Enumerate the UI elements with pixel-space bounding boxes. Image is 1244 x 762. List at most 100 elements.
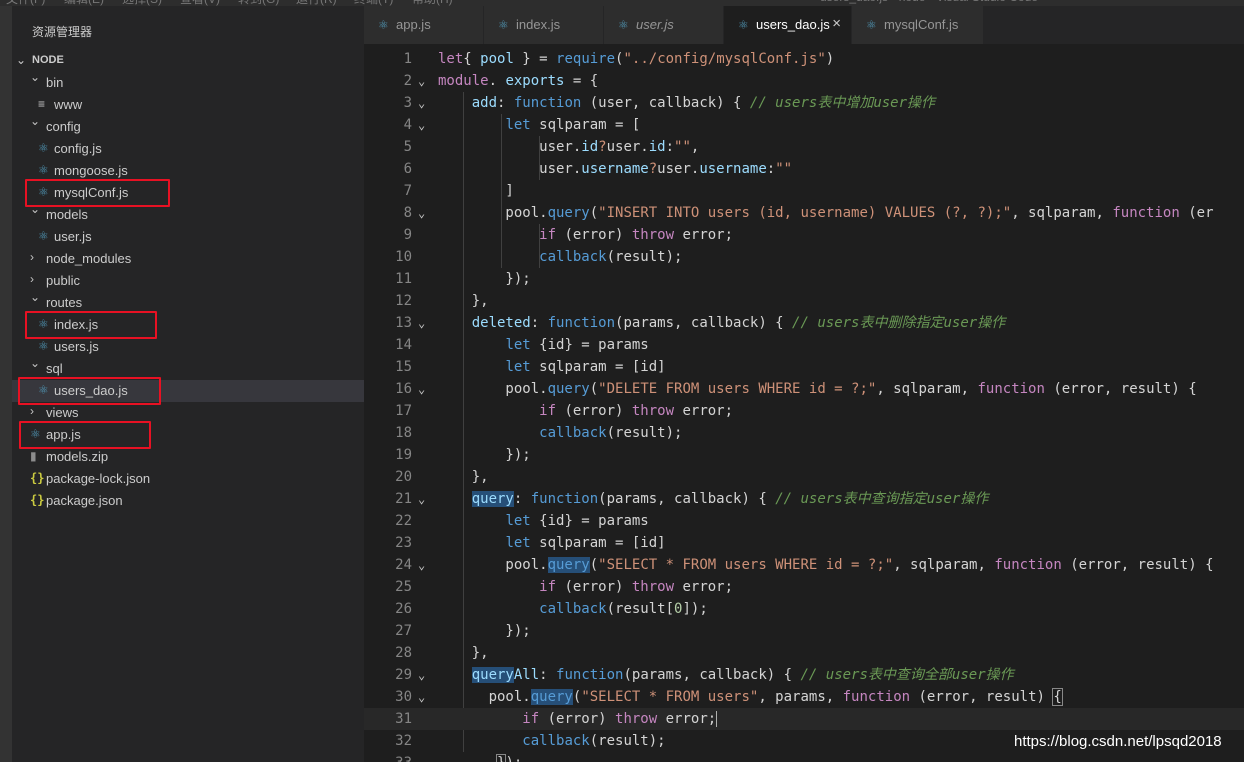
code-line[interactable]: 8 ⌄ pool.query("INSERT INTO users (id, us… [364,202,1244,224]
code-text: pool.query("SELECT * FROM users", params… [438,686,1063,708]
react-icon: ⚛ [38,141,49,155]
code-line[interactable]: 9 if (error) throw error; [364,224,1244,246]
close-icon[interactable]: × [832,15,841,32]
code-text: }, [438,290,489,312]
line-number: 3 [403,95,412,111]
code-token: }); [438,447,531,463]
code-line[interactable]: 4 ⌄ let sqlparam = [ [364,114,1244,136]
fold-chevron-icon[interactable]: ⌄ [418,114,425,136]
code-token: (result); [589,733,666,749]
code-line[interactable]: 17 if (error) throw error; [364,400,1244,422]
code-line[interactable]: 2 ⌄ module. exports = { [364,70,1244,92]
code-line[interactable]: 18 callback(result); [364,422,1244,444]
chevron-down-icon: ⌄ [30,356,41,370]
react-icon: ⚛ [866,18,877,32]
tree-folder[interactable]: ⌄ models [12,202,364,226]
fold-chevron-icon[interactable]: ⌄ [418,554,425,576]
line-number: 1 [403,51,412,67]
code-token: ] [438,183,514,199]
code-token: // users表中查询全部user操作 [800,667,1014,683]
code-token: function [1112,205,1180,221]
tree-file[interactable]: {} package-lock.json [12,468,364,490]
fold-chevron-icon[interactable]: ⌄ [418,664,425,686]
code-line[interactable]: 31 if (error) throw error; [364,708,1244,730]
tree-folder[interactable]: ⌄ config [12,114,364,138]
code-line[interactable]: 6 user.username?user.username:"" [364,158,1244,180]
react-icon: ⚛ [738,18,749,32]
code-line[interactable]: 27 }); [364,620,1244,642]
editor-tab[interactable]: ⚛ index.js [484,6,604,44]
fold-chevron-icon[interactable]: ⌄ [418,70,425,92]
line-number: 7 [403,183,412,199]
editor-tab[interactable]: ⚛ app.js [364,6,484,44]
code-text: }, [438,466,489,488]
code-token: if [539,227,557,243]
tree-item-label: node_modules [46,251,132,266]
code-token: (error, result) { [1044,381,1197,397]
code-token: ? [598,139,607,155]
fold-chevron-icon[interactable]: ⌄ [418,488,425,510]
tree-file[interactable]: ≡ www [12,94,364,116]
tree-folder[interactable]: › node_modules [12,248,364,270]
fold-chevron-icon[interactable]: ⌄ [418,686,425,708]
code-line[interactable]: 16 ⌄ pool.query("DELETE FROM users WHERE … [364,378,1244,400]
chevron-right-icon: › [30,272,34,286]
fold-chevron-icon[interactable]: ⌄ [418,312,425,334]
line-number: 15 [395,359,412,375]
tree-folder[interactable]: › public [12,270,364,292]
tree-file[interactable]: ⚛ users.js [12,336,364,358]
fold-chevron-icon[interactable]: ⌄ [418,92,425,114]
code-line[interactable]: 10 callback(result); [364,246,1244,268]
code-token: id [581,139,599,155]
fold-chevron-icon[interactable]: ⌄ [418,202,425,224]
json-icon: {} [30,471,45,485]
code-token: query [547,205,590,221]
code-line[interactable]: 26 callback(result[0]); [364,598,1244,620]
editor-tab[interactable]: ⚛ user.js [604,6,724,44]
code-token: error; [657,711,717,727]
code-line[interactable]: 29 ⌄ queryAll: function(params, callback)… [364,664,1244,686]
code-line[interactable]: 22 let {id} = params [364,510,1244,532]
react-icon: ⚛ [378,18,389,32]
tree-item-label: sql [46,361,63,376]
code-line[interactable]: 14 let {id} = params [364,334,1244,356]
code-line[interactable]: 28 }, [364,642,1244,664]
code-line[interactable]: 13 ⌄ deleted: function(params, callback) … [364,312,1244,334]
code-line[interactable]: 11 }); [364,268,1244,290]
code-line[interactable]: 12 }, [364,290,1244,312]
code-token: . [488,73,506,89]
code-token: "INSERT INTO users (id, username) VALUES… [598,205,1012,221]
code-line[interactable]: 33 }); [364,752,1244,762]
editor-tab[interactable]: ⚛ mysqlConf.js [852,6,984,44]
tree-item-label: bin [46,75,64,90]
code-line[interactable]: 7 ] [364,180,1244,202]
code-line[interactable]: 24 ⌄ pool.query("SELECT * FROM users WHER… [364,554,1244,576]
code-line[interactable]: 15 let sqlparam = [id] [364,356,1244,378]
code-line[interactable]: 23 let sqlparam = [id] [364,532,1244,554]
fold-chevron-icon[interactable]: ⌄ [418,378,425,400]
code-line[interactable]: 30 ⌄ pool.query("SELECT * FROM users", pa… [364,686,1244,708]
code-line[interactable]: 20 }, [364,466,1244,488]
code-line[interactable]: 3 ⌄ add: function (user, callback) { // u… [364,92,1244,114]
code-line[interactable]: 19 }); [364,444,1244,466]
editor-tab[interactable]: ⚛ users_dao.js × [724,6,852,44]
code-line[interactable]: 5 user.id?user.id:"", [364,136,1244,158]
tree-folder[interactable]: ⌄ bin [12,70,364,94]
code-line[interactable]: 1 let{ pool } = require("../config/mysqlC… [364,48,1244,70]
code-editor[interactable]: 1 let{ pool } = require("../config/mysqlC… [364,44,1244,762]
code-line[interactable]: 21 ⌄ query: function(params, callback) { … [364,488,1244,510]
tree-file[interactable]: ⚛ user.js [12,226,364,248]
tree-file[interactable]: ▮ models.zip [12,446,364,468]
code-token: "DELETE FROM users WHERE id = ?;" [598,381,877,397]
tree-file[interactable]: ⚛ config.js [12,138,364,160]
code-token: "" [775,161,793,177]
code-line[interactable]: 25 if (error) throw error; [364,576,1244,598]
tab-label: user.js [636,17,674,32]
code-text: module. exports = { [438,70,598,92]
workspace-root-header[interactable]: ⌄ NODE [12,50,364,72]
tree-file[interactable]: {} package.json [12,490,364,512]
code-token: }); [438,623,531,639]
react-icon: ⚛ [38,163,49,177]
line-number: 29 [395,667,412,683]
